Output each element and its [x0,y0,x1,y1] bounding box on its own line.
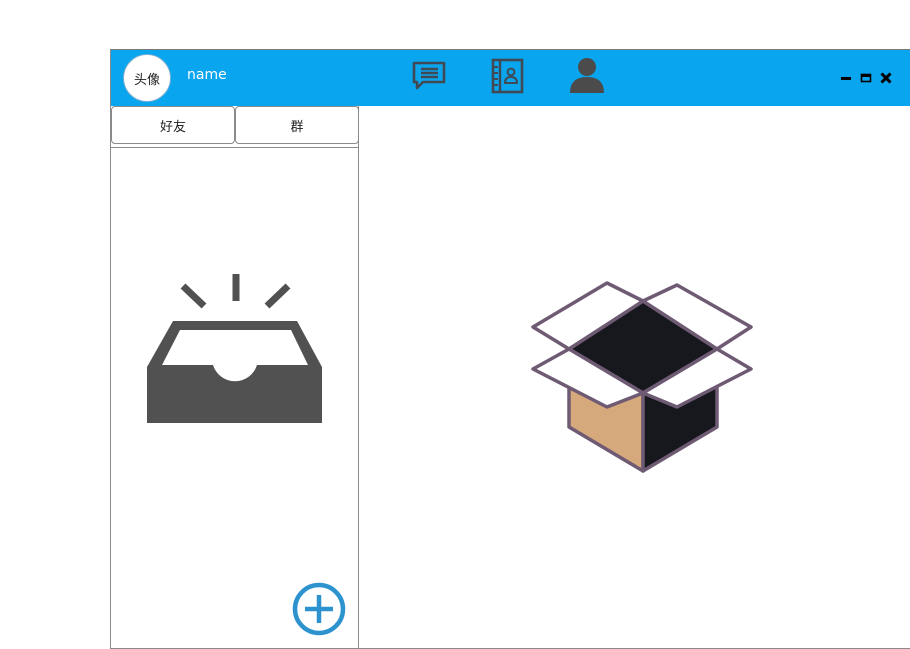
chat-area [359,105,910,648]
tab-groups-label: 群 [290,119,304,135]
close-button[interactable] [879,70,893,84]
username: name [187,67,227,83]
maximize-button[interactable] [859,70,873,84]
contacts-book-icon [491,58,524,94]
user-profile-icon [570,58,604,93]
minimize-icon [841,77,851,80]
empty-inbox-icon [147,274,322,423]
maximize-icon [860,73,872,83]
avatar[interactable]: 头像 [123,54,171,102]
close-icon [880,72,892,84]
title-bar: 头像 name [111,49,910,106]
tab-friends[interactable]: 好友 [111,106,235,144]
minimize-button[interactable] [839,70,853,84]
tab-groups[interactable]: 群 [235,106,359,144]
empty-box-icon [531,281,753,473]
app-window: 头像 name 好友 群 [110,49,910,649]
nav-chat-button[interactable] [407,54,451,98]
nav-profile-button[interactable] [565,54,609,98]
add-circle-icon [292,582,346,636]
tab-friends-label: 好友 [159,119,186,135]
add-button[interactable] [292,582,346,636]
avatar-label: 头像 [133,72,160,88]
nav-contacts-button[interactable] [485,54,529,98]
chat-icon [412,61,446,90]
tab-divider [111,147,358,148]
sidebar: 好友 群 [111,105,359,648]
